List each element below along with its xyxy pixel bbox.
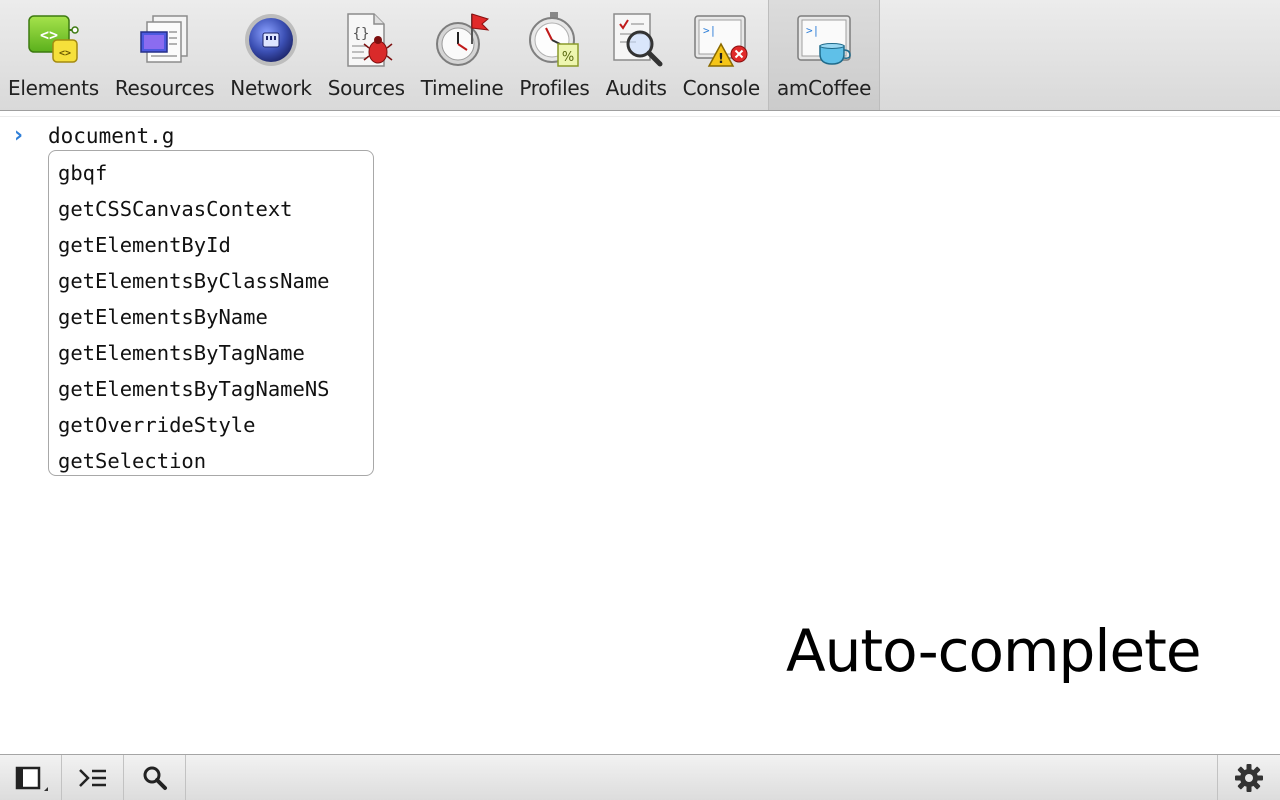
tab-audits[interactable]: Audits (598, 0, 675, 110)
audits-icon (613, 13, 663, 67)
suggestion-item[interactable]: getSelection (49, 443, 373, 479)
tab-timeline[interactable]: Timeline (413, 0, 512, 110)
gear-icon (1235, 764, 1263, 792)
suggestion-item[interactable]: getElementById (49, 227, 373, 263)
console-panel[interactable]: › document.g gbqf getCSSCanvasContext ge… (0, 117, 1280, 754)
suggestion-item[interactable]: getCSSCanvasContext (49, 191, 373, 227)
tab-network-label: Network (230, 76, 312, 100)
network-icon (244, 14, 297, 66)
autocomplete-dropdown[interactable]: gbqf getCSSCanvasContext getElementById … (48, 150, 374, 476)
timeline-icon (436, 13, 490, 66)
tab-amcoffee[interactable]: >| amCoffee (767, 0, 881, 110)
suggestion-item[interactable]: gbqf (49, 155, 373, 191)
tab-profiles[interactable]: % Profiles (511, 0, 597, 110)
svg-text:>|: >| (806, 24, 819, 37)
console-drawer-button[interactable] (62, 755, 124, 800)
console-prompt[interactable]: › document.g (14, 123, 174, 148)
search-button[interactable] (124, 755, 186, 800)
svg-text:%: % (562, 50, 574, 65)
tab-sources-label: Sources (327, 76, 405, 100)
resources-icon (139, 15, 188, 63)
sources-icon: {} (347, 13, 393, 67)
tab-amcoffee-label: amCoffee (776, 76, 872, 100)
dock-toggle-icon (15, 766, 48, 791)
amcoffee-icon: >| (797, 15, 851, 65)
suggestion-item[interactable]: getElementsByTagNameNS (49, 371, 373, 407)
devtools-window: <> <> Elements Resources Network {} Sour… (0, 0, 1280, 800)
suggestion-item[interactable]: getOverrideStyle (49, 407, 373, 443)
tab-timeline-label: Timeline (420, 76, 504, 100)
tab-console[interactable]: >| ! Console (675, 0, 768, 110)
tab-sources[interactable]: {} Sources (320, 0, 413, 110)
elements-icon: <> <> (28, 15, 80, 63)
suggestion-item[interactable]: getElementsByClassName (49, 263, 373, 299)
tab-resources-label: Resources (114, 76, 215, 100)
tab-resources[interactable]: Resources (107, 0, 222, 110)
suggestion-item[interactable]: getElementsByName (49, 299, 373, 335)
tab-audits-label: Audits (605, 76, 667, 100)
console-drawer-icon (78, 769, 106, 787)
suggestion-item[interactable]: getElementsByTagName (49, 335, 373, 371)
tab-profiles-label: Profiles (519, 76, 590, 100)
svg-text:!: ! (718, 52, 724, 67)
feature-caption: Auto-complete (786, 617, 1202, 685)
devtools-toolbar: <> <> Elements Resources Network {} Sour… (0, 0, 1280, 111)
svg-text:>|: >| (703, 24, 716, 37)
tab-network[interactable]: Network (222, 0, 319, 110)
settings-button[interactable] (1217, 755, 1280, 800)
status-bar (0, 754, 1280, 800)
svg-text:<>: <> (59, 48, 71, 59)
console-input[interactable]: document.g (48, 124, 174, 148)
svg-text:{}: {} (353, 26, 370, 42)
status-bar-spacer (186, 755, 1217, 800)
tab-console-label: Console (682, 76, 761, 100)
tab-elements-label: Elements (8, 76, 99, 100)
dock-toggle-button[interactable] (0, 755, 62, 800)
console-icon: >| ! (694, 15, 748, 67)
tab-elements[interactable]: <> <> Elements (0, 0, 107, 110)
prompt-chevron-icon: › (14, 123, 24, 148)
search-icon (143, 766, 167, 790)
profiles-icon: % (529, 12, 580, 67)
